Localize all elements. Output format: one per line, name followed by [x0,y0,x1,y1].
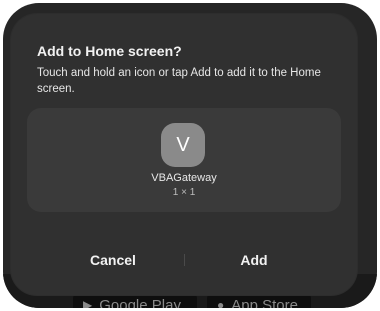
google-play-badge[interactable]: ▶ Google Play [73,293,197,308]
app-icon-letter: V [176,133,190,156]
google-play-label: Google Play [99,296,181,309]
app-store-badge[interactable]: ● App Store [207,293,311,308]
app-store-label: App Store [231,296,298,309]
device-screen: ▶ Google Play ● App Store Add to Home sc… [3,3,377,308]
dialog-title: Add to Home screen? [37,43,182,59]
cancel-button[interactable]: Cancel [43,245,183,275]
dialog-message: Touch and hold an icon or tap Add to add… [37,67,321,95]
play-store-icon: ▶ [83,298,93,308]
app-size: 1 × 1 [172,187,196,198]
apple-icon: ● [217,298,225,308]
add-button[interactable]: Add [184,245,324,275]
app-name: VBAGateway [151,172,217,184]
app-icon[interactable]: V [161,123,205,167]
